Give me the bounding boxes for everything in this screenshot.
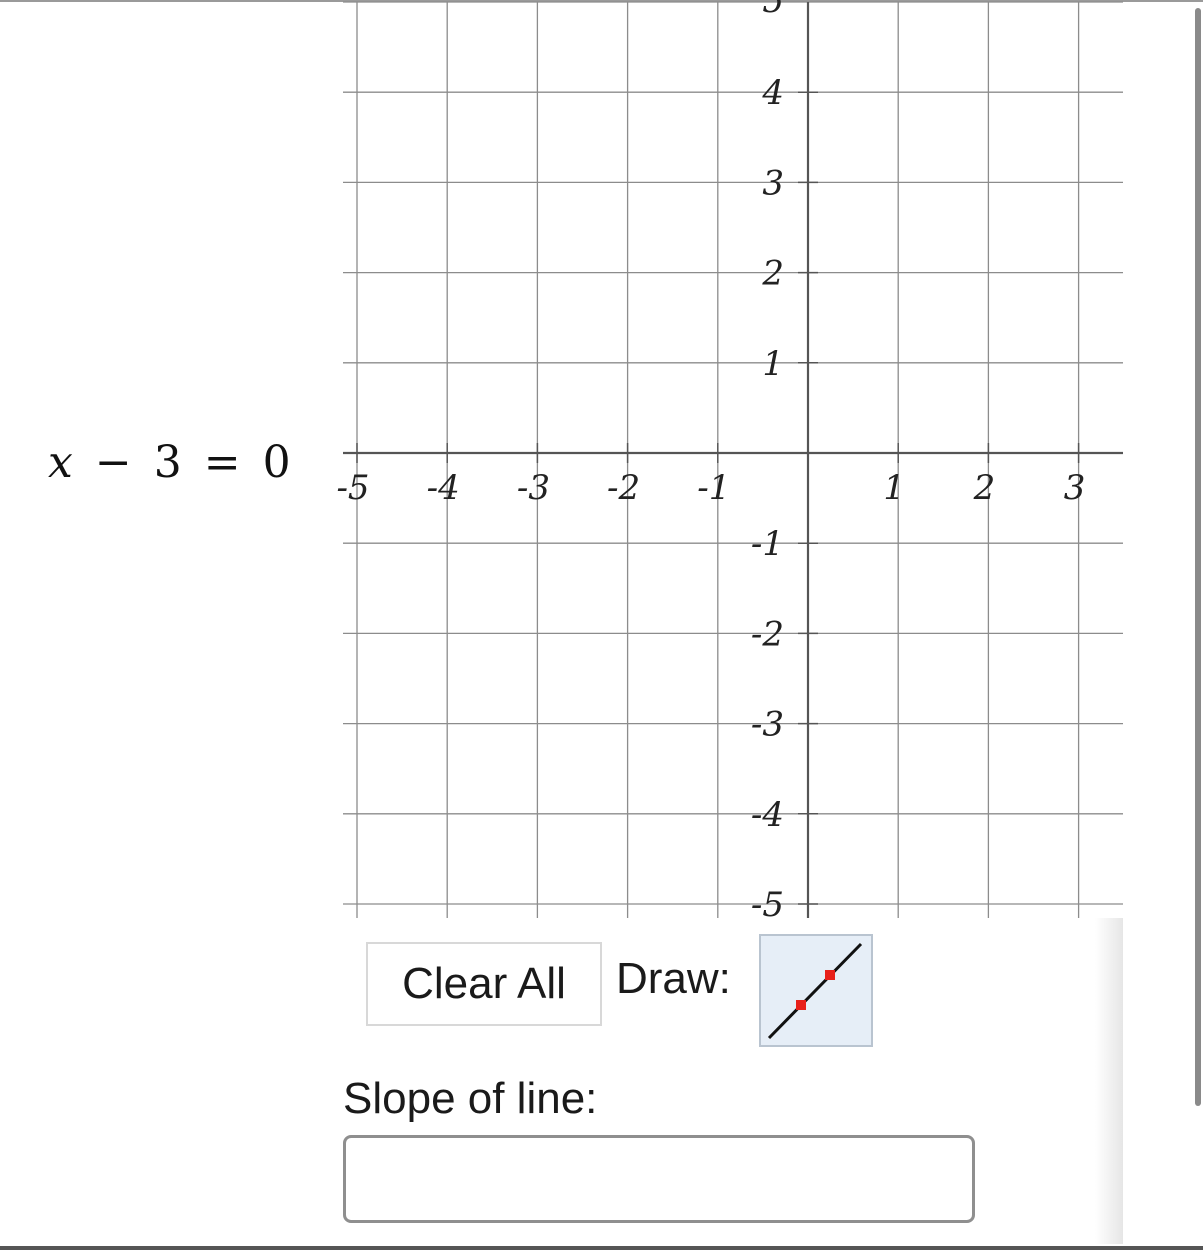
y-tick-label: 4 — [761, 73, 784, 113]
line-point-upper — [825, 970, 835, 980]
panel-edge-shade — [1095, 918, 1123, 1244]
clear-all-button[interactable]: Clear All — [366, 942, 602, 1026]
y-tick-label: 2 — [761, 254, 784, 294]
coordinate-graph[interactable]: -5 -4 -3 -2 -1 1 2 3 4 3 2 1 -1 -2 -3 -4 -5 5 — [0, 0, 1203, 918]
y-tick-label: 3 — [762, 163, 784, 203]
grid-lines — [343, 1, 1123, 918]
x-tick-label: -5 — [336, 468, 369, 508]
line-tool-button[interactable] — [759, 934, 873, 1047]
scrollbar[interactable] — [1195, 8, 1201, 1106]
x-tick-label: 1 — [883, 468, 905, 508]
line-point-lower — [796, 1000, 806, 1010]
tick-labels: -5 -4 -3 -2 -1 1 2 3 4 3 2 1 -1 -2 -3 -4 -5 5 — [336, 0, 1085, 918]
y-tick-label-partial: 5 — [762, 0, 784, 21]
y-tick-label: -3 — [751, 705, 784, 745]
slope-input[interactable] — [343, 1135, 975, 1223]
x-tick-label: -1 — [697, 468, 730, 508]
draw-label: Draw: — [616, 954, 731, 1003]
x-tick-label: -4 — [427, 468, 460, 508]
bottom-divider — [0, 1246, 1203, 1250]
x-tick-label: -2 — [607, 468, 640, 508]
y-tick-label: -2 — [751, 614, 784, 654]
x-tick-label: 2 — [973, 468, 996, 508]
x-tick-label: 3 — [1064, 468, 1086, 508]
y-tick-label: -4 — [751, 795, 784, 835]
y-tick-label: -5 — [751, 885, 784, 918]
line-segment-icon — [767, 942, 863, 1040]
x-tick-label: -3 — [517, 468, 550, 508]
axes — [343, 2, 1123, 918]
y-tick-label: 1 — [762, 344, 784, 384]
y-tick-label: -1 — [751, 524, 784, 564]
slope-label: Slope of line: — [343, 1074, 598, 1123]
